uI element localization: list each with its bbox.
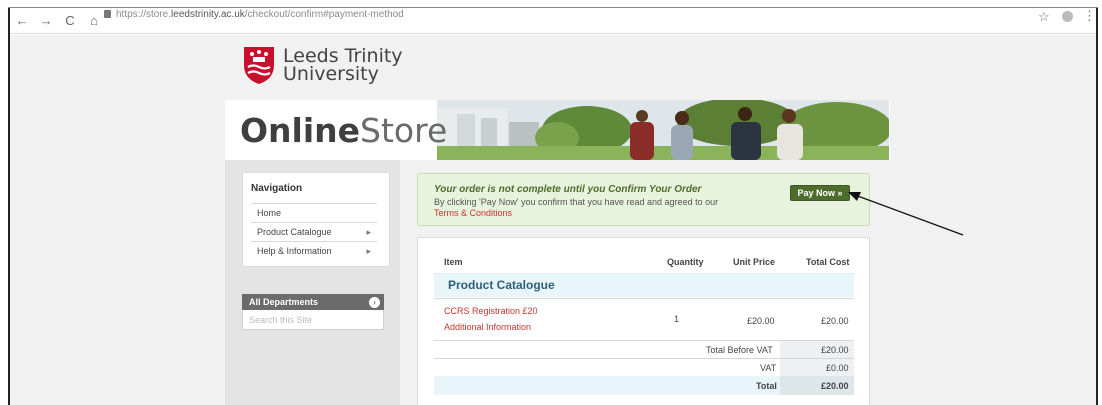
address-bar[interactable]: https://store.leedstrinity.ac.uk/checkou… bbox=[116, 8, 404, 22]
annotation-arrow-icon bbox=[848, 192, 964, 236]
line-item-quantity: 1 bbox=[674, 314, 680, 324]
all-departments-dropdown[interactable]: All Departments bbox=[242, 294, 384, 310]
category-title: Product Catalogue bbox=[448, 278, 555, 292]
terms-conditions-link[interactable]: Terms & Conditions bbox=[434, 208, 512, 218]
nav-item-label: Home bbox=[257, 208, 282, 218]
store-title-light: Store bbox=[360, 111, 448, 150]
menu-icon[interactable]: ⋮ bbox=[1083, 8, 1096, 24]
window-frame-right bbox=[1096, 8, 1098, 405]
nav-item-product-catalogue[interactable]: Product Catalogue ▸ bbox=[251, 222, 377, 240]
url-prefix: https://store. bbox=[116, 9, 172, 20]
column-header-item: Item bbox=[444, 257, 463, 267]
column-header-total-cost: Total Cost bbox=[806, 257, 850, 267]
line-item-total: £20.00 bbox=[821, 316, 849, 326]
nav-item-label: Product Catalogue bbox=[257, 227, 332, 237]
reload-icon[interactable]: C bbox=[62, 13, 78, 29]
pay-now-button[interactable]: Pay Now » bbox=[790, 185, 850, 201]
lock-icon bbox=[104, 10, 111, 18]
line-item-name-link[interactable]: CCRS Registration £20 bbox=[444, 306, 538, 316]
grand-total-label: Total bbox=[756, 381, 777, 391]
notice-body: By clicking 'Pay Now' you confirm that y… bbox=[434, 197, 719, 207]
departments-arrow-icon[interactable]: › bbox=[369, 297, 380, 308]
logo-line-2: University bbox=[283, 63, 379, 85]
url-path: /checkout/confirm#payment-method bbox=[244, 9, 404, 20]
browser-toolbar: ← → C ⌂ https://store.leedstrinity.ac.uk… bbox=[8, 8, 1098, 34]
column-header-quantity: Quantity bbox=[667, 257, 704, 267]
site-search-input[interactable] bbox=[243, 312, 383, 328]
chevron-right-icon: ▸ bbox=[366, 246, 371, 256]
nav-item-label: Help & Information bbox=[257, 246, 332, 256]
store-title-bold: Online bbox=[240, 111, 361, 150]
university-crest-icon bbox=[244, 47, 274, 84]
back-icon[interactable]: ← bbox=[14, 13, 30, 29]
table-divider bbox=[434, 298, 854, 299]
profile-icon[interactable] bbox=[1062, 11, 1073, 22]
url-host: leedstrinity.ac.uk bbox=[171, 9, 245, 20]
nav-item-help-information[interactable]: Help & Information ▸ bbox=[251, 241, 377, 259]
bookmark-star-icon[interactable]: ☆ bbox=[1038, 9, 1050, 25]
vat-label: VAT bbox=[760, 363, 777, 373]
store-title: OnlineStore bbox=[240, 112, 447, 150]
vat-value: £0.00 bbox=[826, 363, 849, 373]
notice-text: By clicking 'Pay Now' you confirm that y… bbox=[434, 197, 724, 219]
column-header-unit-price: Unit Price bbox=[733, 257, 776, 267]
total-before-vat-value: £20.00 bbox=[821, 345, 849, 355]
banner-photo bbox=[437, 100, 889, 160]
grand-total-value: £20.00 bbox=[821, 381, 849, 391]
window-frame-top bbox=[8, 7, 1098, 8]
nav-item-home[interactable]: Home bbox=[251, 203, 377, 221]
notice-title: Your order is not complete until you Con… bbox=[434, 184, 702, 195]
chevron-right-icon: ▸ bbox=[366, 227, 371, 237]
university-logo[interactable]: Leeds Trinity University bbox=[243, 45, 403, 91]
navigation-heading: Navigation bbox=[251, 183, 303, 194]
forward-icon[interactable]: → bbox=[38, 13, 54, 29]
students-photo-illustration bbox=[437, 100, 889, 160]
home-icon[interactable]: ⌂ bbox=[86, 13, 102, 29]
line-item-unit-price: £20.00 bbox=[747, 316, 775, 326]
additional-information-link[interactable]: Additional Information bbox=[444, 322, 531, 332]
logo-wordmark: Leeds Trinity University bbox=[283, 47, 403, 85]
total-before-vat-label: Total Before VAT bbox=[706, 345, 773, 355]
